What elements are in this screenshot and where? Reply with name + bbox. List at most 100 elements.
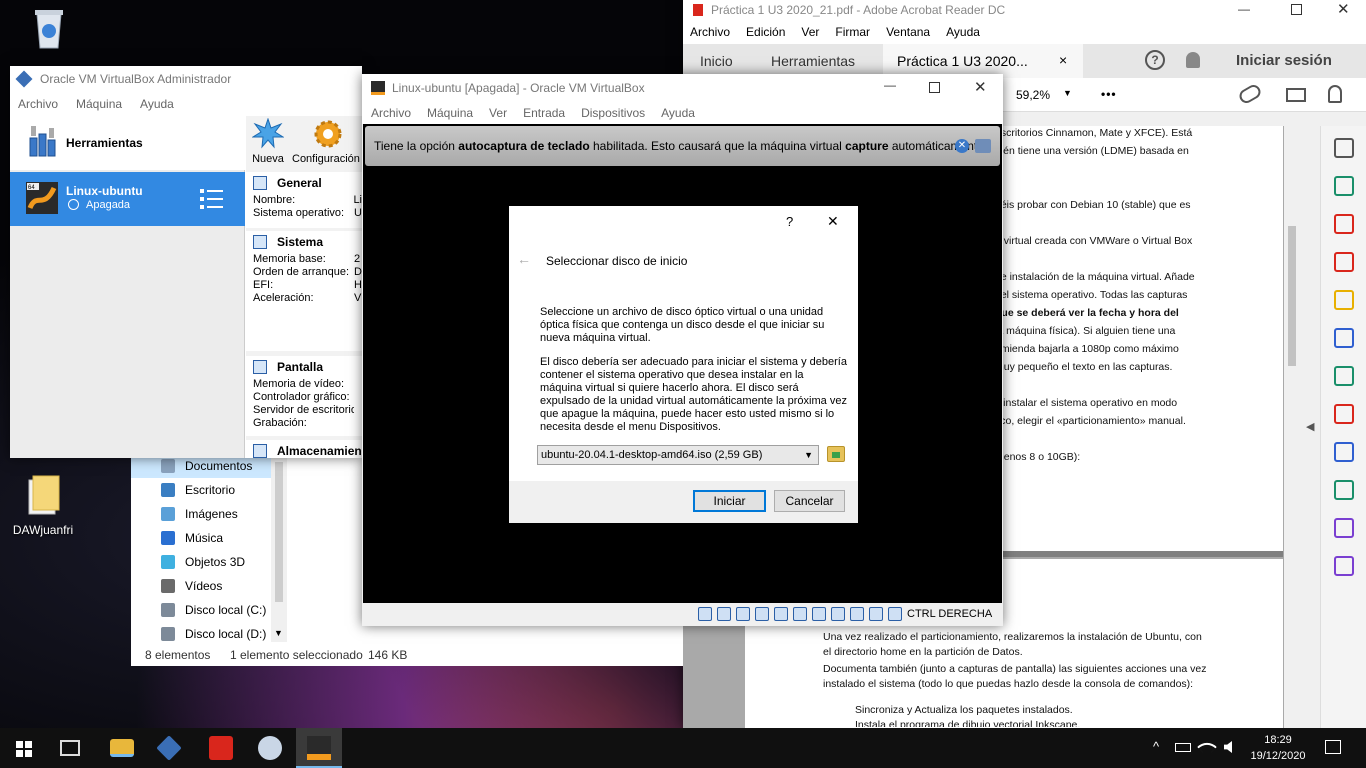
windows-start-icon[interactable] bbox=[16, 741, 32, 757]
nav-item[interactable]: Imágenes bbox=[131, 502, 271, 526]
tab-inicio[interactable]: Inicio bbox=[700, 53, 733, 69]
close-button[interactable]: ✕ bbox=[827, 213, 839, 230]
audio-icon[interactable] bbox=[736, 607, 750, 621]
help-button[interactable]: ? bbox=[786, 214, 793, 229]
add-user-icon[interactable] bbox=[1328, 85, 1342, 103]
usb-icon[interactable] bbox=[774, 607, 788, 621]
create-pdf-icon[interactable] bbox=[1333, 252, 1354, 272]
compress-icon[interactable] bbox=[1333, 366, 1354, 386]
shared-folders-icon[interactable] bbox=[793, 607, 807, 621]
scroll-down-icon[interactable]: ▼ bbox=[274, 628, 283, 638]
vertical-scrollbar[interactable] bbox=[1284, 126, 1300, 728]
maximize-button[interactable] bbox=[929, 82, 940, 93]
disk-select[interactable]: ubuntu-20.04.1-desktop-amd64.iso (2,59 G… bbox=[537, 445, 819, 465]
bell-icon[interactable] bbox=[1186, 52, 1200, 68]
zoom-value[interactable]: 59,2% bbox=[1016, 88, 1050, 102]
menu-maquina[interactable]: Máquina bbox=[427, 106, 473, 120]
nav-item[interactable]: Disco local (D:) bbox=[131, 622, 271, 642]
tools-item[interactable]: Herramientas bbox=[10, 116, 245, 170]
storage-title[interactable]: Almacenamien bbox=[246, 440, 362, 458]
export-pdf-icon[interactable] bbox=[1333, 176, 1354, 196]
mouse-integration-icon[interactable] bbox=[869, 607, 883, 621]
close-button[interactable]: ✕ bbox=[1337, 0, 1350, 18]
back-arrow-icon[interactable]: ← bbox=[517, 251, 531, 267]
link-icon[interactable] bbox=[1236, 82, 1264, 106]
notice-mute-icon[interactable] bbox=[975, 139, 991, 153]
new-vm-button[interactable]: Nueva bbox=[250, 117, 286, 170]
zoom-tool-icon[interactable] bbox=[1333, 138, 1354, 158]
zoom-dropdown-icon[interactable]: ▼ bbox=[1063, 88, 1072, 98]
vm-taskbar-button[interactable] bbox=[296, 728, 342, 768]
virtualbox-taskbar-icon[interactable] bbox=[156, 735, 182, 761]
cancel-button[interactable]: Cancelar bbox=[774, 490, 845, 512]
edit-pdf-icon[interactable] bbox=[1333, 328, 1354, 348]
start-button[interactable]: Iniciar bbox=[693, 490, 766, 512]
menu-ver[interactable]: Ver bbox=[801, 25, 819, 39]
help-icon[interactable]: ? bbox=[1145, 50, 1165, 70]
organize-pages-icon[interactable] bbox=[1333, 214, 1354, 234]
signature-icon[interactable] bbox=[1333, 518, 1354, 538]
show-hidden-icons[interactable]: ^ bbox=[1153, 739, 1159, 754]
vm-menu-icon[interactable] bbox=[200, 187, 224, 211]
nav-item[interactable]: Música bbox=[131, 526, 271, 550]
protect-icon[interactable] bbox=[1333, 442, 1354, 462]
acrobat-taskbar-icon[interactable] bbox=[209, 736, 233, 760]
keyboard-capture-icon[interactable] bbox=[888, 607, 902, 621]
signin-link[interactable]: Iniciar sesión bbox=[1236, 52, 1332, 69]
settings-button[interactable]: Configuración bbox=[292, 118, 362, 170]
vm-list-item[interactable]: 64 Linux-ubuntu Apagada bbox=[10, 172, 245, 226]
video-capture-icon[interactable] bbox=[831, 607, 845, 621]
nav-item[interactable]: Disco local (C:) bbox=[131, 598, 271, 622]
tab-herramientas[interactable]: Herramientas bbox=[771, 53, 855, 69]
display-title[interactable]: Pantalla bbox=[246, 356, 362, 378]
file-explorer-taskbar-icon[interactable] bbox=[110, 739, 134, 757]
menu-archivo[interactable]: Archivo bbox=[371, 106, 411, 120]
menu-dispositivos[interactable]: Dispositivos bbox=[581, 106, 645, 120]
menu-edicion[interactable]: Edición bbox=[746, 25, 785, 39]
menu-ayuda[interactable]: Ayuda bbox=[946, 25, 980, 39]
mail-icon[interactable] bbox=[1286, 88, 1306, 102]
menu-ver[interactable]: Ver bbox=[489, 106, 507, 120]
display-icon[interactable] bbox=[812, 607, 826, 621]
minimize-button[interactable]: — bbox=[884, 78, 896, 92]
more-tools-icon[interactable]: ••• bbox=[1101, 87, 1117, 101]
paint-taskbar-icon[interactable] bbox=[258, 736, 282, 760]
fill-sign-icon[interactable] bbox=[1333, 404, 1354, 424]
menu-archivo[interactable]: Archivo bbox=[18, 97, 58, 111]
menu-maquina[interactable]: Máquina bbox=[76, 97, 122, 111]
general-title[interactable]: General bbox=[246, 172, 362, 194]
more-tools-icon[interactable] bbox=[1333, 556, 1354, 576]
nav-item[interactable]: Vídeos bbox=[131, 574, 271, 598]
task-view-icon[interactable] bbox=[60, 740, 80, 756]
nav-item[interactable]: Escritorio bbox=[131, 478, 271, 502]
menu-archivo[interactable]: Archivo bbox=[690, 25, 730, 39]
choose-disk-file-button[interactable] bbox=[827, 446, 845, 462]
comment-icon[interactable] bbox=[1333, 290, 1354, 310]
recycle-bin-icon[interactable] bbox=[14, 6, 84, 66]
scroll-thumb[interactable] bbox=[1288, 226, 1296, 366]
notifications-icon[interactable] bbox=[1325, 740, 1341, 754]
menu-ayuda[interactable]: Ayuda bbox=[661, 106, 695, 120]
menu-ayuda[interactable]: Ayuda bbox=[140, 97, 174, 111]
battery-icon[interactable] bbox=[1175, 743, 1191, 752]
navigation-scrollbar[interactable]: ▼ bbox=[271, 442, 287, 642]
nav-item[interactable]: Objetos 3D bbox=[131, 550, 271, 574]
tab-document[interactable]: Práctica 1 U3 2020... × bbox=[883, 44, 1083, 78]
network-icon[interactable] bbox=[755, 607, 769, 621]
minimize-button[interactable]: — bbox=[1238, 2, 1250, 16]
notice-close-icon[interactable]: ✕ bbox=[955, 139, 969, 153]
volume-icon[interactable] bbox=[1224, 741, 1232, 753]
folder-shortcut-icon[interactable]: DAWjuanfri bbox=[8, 474, 78, 544]
maximize-button[interactable] bbox=[1291, 4, 1302, 15]
scroll-thumb[interactable] bbox=[275, 462, 283, 602]
optical-drive-icon[interactable] bbox=[717, 607, 731, 621]
cpu-icon[interactable] bbox=[850, 607, 864, 621]
collapse-arrow-icon[interactable]: ◀ bbox=[1306, 420, 1314, 433]
menu-entrada[interactable]: Entrada bbox=[523, 106, 565, 120]
clock[interactable]: 18:29 19/12/2020 bbox=[1248, 732, 1308, 764]
system-title[interactable]: Sistema bbox=[246, 231, 362, 253]
share-icon[interactable] bbox=[1333, 480, 1354, 500]
hard-disk-icon[interactable] bbox=[698, 607, 712, 621]
wifi-icon[interactable] bbox=[1197, 737, 1217, 757]
close-button[interactable]: ✕ bbox=[974, 78, 987, 96]
